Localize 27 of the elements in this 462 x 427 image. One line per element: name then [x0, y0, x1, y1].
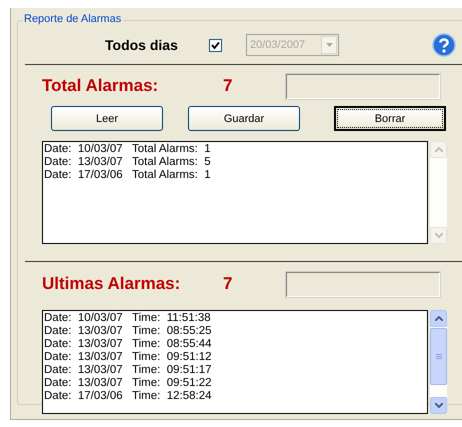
action-button[interactable]: Leer: [51, 106, 163, 131]
help-icon[interactable]: [432, 33, 456, 57]
all-days-label: Todos dias: [105, 37, 179, 53]
action-button[interactable]: Guardar: [188, 106, 300, 131]
last-alarms-count: 7: [223, 274, 234, 294]
alarm-list[interactable]: [42, 310, 428, 414]
grip-icon: [436, 354, 442, 360]
total-alarms-count: 7: [223, 76, 234, 96]
scrollbar[interactable]: [430, 310, 447, 414]
total-alarms-label: Total Alarmas:: [42, 76, 160, 96]
group-title: Reporte de Alarmas: [22, 13, 124, 25]
list-row[interactable]: Date: 13/03/07 Time: 09:51:22: [44, 377, 426, 390]
list-row[interactable]: Date: 17/03/06 Time: 12:58:24: [44, 390, 426, 403]
last-alarms-label: Ultimas Alarmas:: [42, 274, 182, 294]
list-row[interactable]: Date: 17/03/06 Total Alarms: 1: [44, 169, 426, 182]
list-row[interactable]: Date: 10/03/07 Total Alarms: 1: [44, 143, 426, 156]
text-field[interactable]: [286, 272, 440, 296]
text-field[interactable]: [286, 74, 440, 98]
all-days-checkbox[interactable]: [209, 38, 222, 52]
alarm-list[interactable]: Date: 10/03/07 Total Alarms: 1 Date: 13/03/07 Total Alarms: 5 Date: 17/03/06 Total Alarms: 1: [42, 141, 428, 244]
list-row[interactable]: Date: 10/03/07 Time: 11:51:38: [44, 312, 426, 325]
action-button[interactable]: Borrar: [334, 106, 446, 131]
list-row[interactable]: Date: 13/03/07 Time: 09:51:12: [44, 351, 426, 364]
list-row[interactable]: Date: 13/03/07 Time: 08:55:25: [44, 325, 426, 338]
list-row[interactable]: Date: 13/03/07 Total Alarms: 5: [44, 156, 426, 169]
list-row[interactable]: Date: 13/03/07 Time: 08:55:44: [44, 338, 426, 351]
list-row[interactable]: Date: 13/03/07 Time: 09:51:17: [44, 364, 426, 377]
